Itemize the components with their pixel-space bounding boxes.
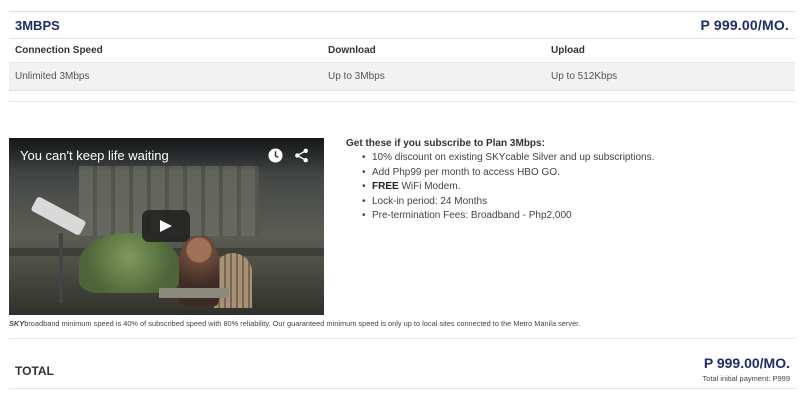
total-divider-top (9, 338, 795, 339)
upload-value: Up to 512Kbps (551, 71, 618, 82)
total-price: P 999.00/MO. (703, 355, 790, 371)
list-item: Pre-termination Fees: Broadband - Php2,0… (362, 209, 786, 224)
disclaimer-text: broadband minimum speed is 40% of subscr… (24, 319, 581, 328)
plan-header: 3MBPS P 999.00/MO. (9, 11, 795, 39)
plan-name: 3MBPS (15, 18, 60, 33)
play-button[interactable] (142, 210, 190, 242)
video-player[interactable]: You can't keep life waiting (9, 138, 324, 315)
connection-speed-value: Unlimited 3Mbps (15, 71, 90, 82)
specs-table: Connection Speed Download Upload Unlimit… (9, 39, 795, 91)
free-label: FREE (372, 181, 399, 192)
clock-icon[interactable] (268, 148, 283, 163)
video-frame-tripod (59, 233, 63, 303)
brand-name: SKY (9, 319, 25, 328)
section-divider (9, 101, 795, 102)
share-icon[interactable] (294, 148, 309, 163)
header-connection-speed: Connection Speed (15, 45, 103, 56)
plan-perks: Get these if you subscribe to Plan 3Mbps… (346, 138, 786, 224)
total-label: TOTAL (15, 364, 54, 378)
table-row: Unlimited 3Mbps Up to 3Mbps Up to 512Kbp… (9, 63, 795, 91)
list-item: FREE WiFi Modem. (362, 180, 786, 195)
total-divider-bottom (9, 388, 795, 389)
header-upload: Upload (551, 45, 585, 56)
speed-disclaimer: SKYbroadband minimum speed is 40% of sub… (9, 319, 580, 328)
list-item: Lock-in period: 24 Months (362, 195, 786, 210)
video-frame-plants (79, 233, 179, 293)
list-item: 10% discount on existing SKYcable Silver… (362, 151, 786, 166)
total-initial-payment: Total initial payment: P999 (702, 374, 790, 383)
perks-title: Get these if you subscribe to Plan 3Mbps… (346, 138, 545, 149)
list-item: Add Php99 per month to access HBO GO. (362, 166, 786, 181)
download-value: Up to 3Mbps (328, 71, 385, 82)
perks-list: 10% discount on existing SKYcable Silver… (362, 151, 786, 224)
video-frame-table (159, 288, 229, 298)
video-title[interactable]: You can't keep life waiting (20, 148, 169, 163)
play-icon (160, 220, 172, 232)
video-frame-chair (214, 253, 252, 308)
plan-price: P 999.00/MO. (700, 17, 789, 33)
specs-header-row: Connection Speed Download Upload (9, 39, 795, 63)
header-download: Download (328, 45, 376, 56)
